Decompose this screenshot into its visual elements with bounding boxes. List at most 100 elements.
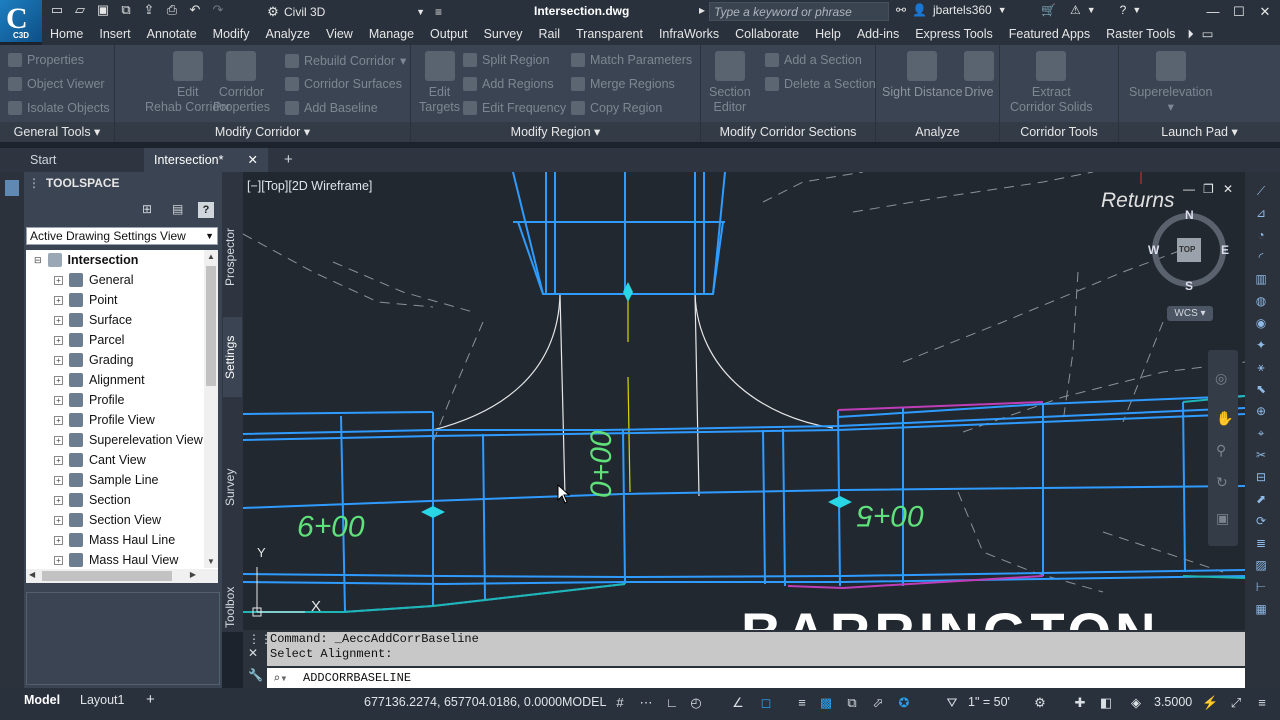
help-icon[interactable]: ? xyxy=(1120,3,1127,17)
command-search-icon[interactable]: ⌕▾ xyxy=(273,671,287,686)
split-region-button[interactable]: Split Region xyxy=(463,53,549,67)
tree-item-alignment[interactable]: + Alignment xyxy=(54,370,218,390)
panel-title-modify-corridor-sections[interactable]: Modify Corridor Sections xyxy=(701,122,875,142)
help-icon[interactable]: ? xyxy=(198,202,214,218)
tab-infraworks[interactable]: InfraWorks xyxy=(651,24,727,45)
tree-item-sample-line[interactable]: + Sample Line xyxy=(54,470,218,490)
tab-analyze[interactable]: Analyze xyxy=(257,24,317,45)
zoom-icon[interactable]: ⚲ xyxy=(1216,442,1226,459)
hatch-icon[interactable]: ▨ xyxy=(1254,558,1268,572)
pan-icon[interactable]: ✋ xyxy=(1216,410,1233,427)
annotation-scale-value[interactable]: 1" = 50' xyxy=(968,695,1010,709)
tree-view-icon[interactable]: ⊞ xyxy=(142,202,152,216)
chevron-down-icon[interactable]: ▼ xyxy=(1132,5,1141,15)
grip-icon[interactable]: ⋮ xyxy=(28,176,40,190)
tab-express-tools[interactable]: Express Tools xyxy=(907,24,1001,45)
list-view-icon[interactable]: ▤ xyxy=(172,202,183,216)
edit-targets-button[interactable]: Edit Targets xyxy=(419,51,460,115)
expand-icon[interactable]: + xyxy=(54,475,63,485)
polyline-tool-icon[interactable]: ⊿ xyxy=(1254,206,1268,220)
new-tab-icon[interactable]: + xyxy=(274,148,303,172)
sight-distance-button[interactable]: Sight Distance xyxy=(882,51,963,100)
tab-raster-tools[interactable]: Raster Tools xyxy=(1098,24,1183,45)
lineweight-icon[interactable]: ≡ xyxy=(794,695,810,711)
minimize-icon[interactable]: — xyxy=(1203,2,1223,22)
corridor-properties-button[interactable]: Corridor Properties xyxy=(213,51,270,115)
cloud-icon[interactable]: ⇪ xyxy=(142,3,156,17)
scroll-thumb[interactable] xyxy=(206,266,216,386)
properties-button[interactable]: Properties xyxy=(8,53,84,67)
elevation-value[interactable]: 3.5000 xyxy=(1154,695,1192,709)
tab-insert[interactable]: Insert xyxy=(91,24,138,45)
compass-west[interactable]: W xyxy=(1148,243,1159,257)
app-logo[interactable]: C C3D xyxy=(0,0,42,42)
expand-icon[interactable]: + xyxy=(54,315,63,325)
globe-icon[interactable]: ◍ xyxy=(1254,294,1268,308)
tab-survey[interactable]: Survey xyxy=(223,462,242,512)
grading-tool-icon[interactable]: ⊟ xyxy=(1254,470,1268,484)
tree-item-surface[interactable]: + Surface xyxy=(54,310,218,330)
expand-icon[interactable]: + xyxy=(54,495,63,505)
tree-item-grading[interactable]: + Grading xyxy=(54,350,218,370)
superelevation-button[interactable]: Superelevation ▾ xyxy=(1129,51,1212,115)
elevation-icon[interactable]: ◈ xyxy=(1128,695,1144,711)
view-select[interactable]: Active Drawing Settings View ▼ xyxy=(26,227,218,245)
tree-vertical-scrollbar[interactable]: ▲ ▼ xyxy=(204,250,218,568)
tree-item-parcel[interactable]: + Parcel xyxy=(54,330,218,350)
panel-title-analyze[interactable]: Analyze xyxy=(876,122,999,142)
gear-icon[interactable]: ⚙ xyxy=(1032,695,1048,711)
tab-manage[interactable]: Manage xyxy=(361,24,422,45)
search-input[interactable] xyxy=(709,2,889,21)
ribbon-toggle-icon[interactable]: ▭ xyxy=(1198,24,1218,45)
circle-tool-icon[interactable]: ◔ xyxy=(1254,228,1268,242)
save-icon[interactable]: ▣ xyxy=(96,3,110,17)
qat-menu-icon[interactable]: ≡ xyxy=(435,5,442,19)
tab-rail[interactable]: Rail xyxy=(530,24,568,45)
corridor-surfaces-button[interactable]: Corridor Surfaces xyxy=(285,77,402,91)
tab-model[interactable]: Model xyxy=(18,688,66,712)
expand-icon[interactable]: + xyxy=(54,355,63,365)
expand-icon[interactable]: + xyxy=(54,435,63,445)
scroll-up-icon[interactable]: ▲ xyxy=(207,252,215,261)
tab-help[interactable]: Help xyxy=(807,24,849,45)
chevron-down-icon[interactable]: ▼ xyxy=(1087,5,1096,15)
add-layout-icon[interactable]: + xyxy=(140,688,161,712)
scroll-down-icon[interactable]: ▼ xyxy=(207,557,215,566)
model-space-toggle[interactable]: MODEL xyxy=(562,695,606,709)
rebuild-corridor-button[interactable]: Rebuild Corridor ▾ xyxy=(285,53,406,68)
workspace-selector[interactable]: ⚙ Civil 3D ▼ ≡ xyxy=(266,3,442,21)
selection-cycling-icon[interactable]: ⧉ xyxy=(844,695,860,711)
edit-frequency-button[interactable]: Edit Frequency xyxy=(463,101,566,115)
plus-icon[interactable]: ✚ xyxy=(1072,695,1088,711)
tab-modify[interactable]: Modify xyxy=(205,24,258,45)
compass-east[interactable]: E xyxy=(1221,243,1229,257)
binoculars-icon[interactable]: ⚯ xyxy=(896,3,906,17)
building-icon[interactable]: ▥ xyxy=(1254,272,1268,286)
tab-start[interactable]: Start xyxy=(20,148,66,172)
delete-section-button[interactable]: Delete a Section xyxy=(765,77,876,91)
panel-title-corridor-tools[interactable]: Corridor Tools xyxy=(1000,122,1118,142)
ortho-icon[interactable]: ∟ xyxy=(664,695,680,711)
tree-item-section-view[interactable]: + Section View xyxy=(54,510,218,530)
add-baseline-button[interactable]: Add Baseline xyxy=(285,101,378,115)
steering-wheel-icon[interactable]: ◎ xyxy=(1215,370,1227,387)
isodraft-icon[interactable]: ∠ xyxy=(730,695,746,711)
chevron-down-icon[interactable]: ▼ xyxy=(998,5,1007,15)
tab-featured-apps[interactable]: Featured Apps xyxy=(1001,24,1098,45)
undo-icon[interactable]: ↶ xyxy=(188,3,202,17)
tree-item-section[interactable]: + Section xyxy=(54,490,218,510)
print-icon[interactable]: ⎙ xyxy=(165,3,179,17)
copy-region-button[interactable]: Copy Region xyxy=(571,101,662,115)
annotation-visibility-icon[interactable]: ✪ xyxy=(896,695,912,711)
command-input[interactable]: ⌕▾ ADDCORRBASELINE xyxy=(267,668,1245,688)
arc-tool-icon[interactable]: ◜ xyxy=(1254,250,1268,264)
isolate-icon[interactable]: ◧ xyxy=(1098,695,1114,711)
tree-horizontal-scrollbar[interactable]: ◀ ▶ xyxy=(26,569,218,583)
tab-collaborate[interactable]: Collaborate xyxy=(727,24,807,45)
tree-item-superelevation-view[interactable]: + Superelevation View xyxy=(54,430,218,450)
pan-tool-icon[interactable]: ⌖ xyxy=(1254,426,1268,440)
tab-intersection[interactable]: Intersection* ✕ xyxy=(144,148,268,172)
maximize-icon[interactable]: ☐ xyxy=(1229,2,1249,22)
expand-icon[interactable]: + xyxy=(54,555,63,565)
navigation-bar[interactable]: ◎ ✋ ⚲ ↻ ▣ xyxy=(1208,350,1238,546)
